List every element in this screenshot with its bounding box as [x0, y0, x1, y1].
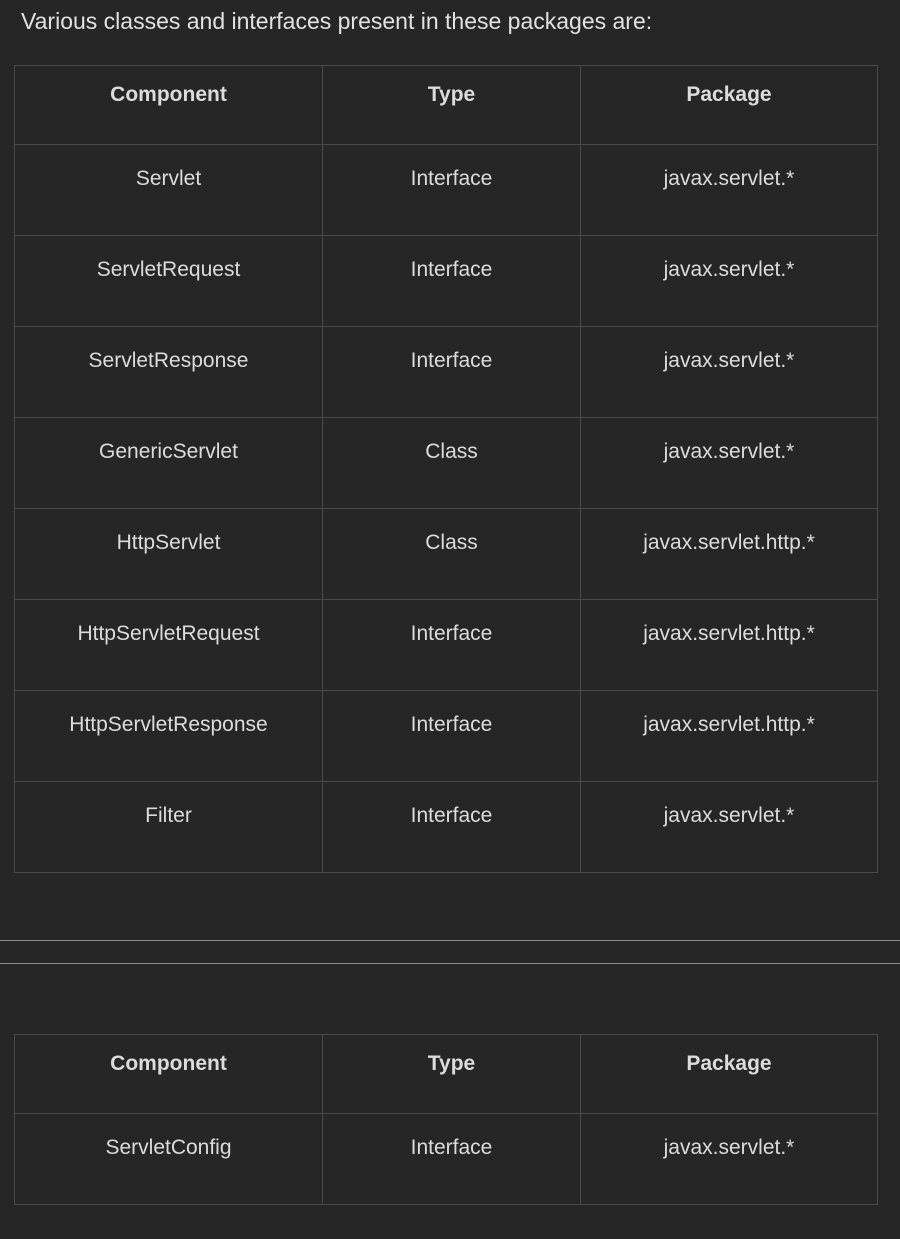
- cell-type: Interface: [322, 690, 581, 782]
- cell-type: Interface: [322, 144, 581, 236]
- cell-package: javax.servlet.*: [580, 417, 878, 509]
- header-type: Type: [322, 1034, 581, 1114]
- cell-package: javax.servlet.*: [580, 144, 878, 236]
- cell-component: HttpServletResponse: [14, 690, 323, 782]
- cell-type: Interface: [322, 235, 581, 327]
- cell-package: javax.servlet.http.*: [580, 599, 878, 691]
- cell-component: HttpServlet: [14, 508, 323, 600]
- cell-component: Filter: [14, 781, 323, 873]
- header-package: Package: [580, 65, 878, 145]
- cell-component: Servlet: [14, 144, 323, 236]
- cell-component: HttpServletRequest: [14, 599, 323, 691]
- table-row: Filter Interface javax.servlet.*: [14, 781, 878, 873]
- cell-type: Class: [322, 417, 581, 509]
- header-type: Type: [322, 65, 581, 145]
- cell-package: javax.servlet.*: [580, 235, 878, 327]
- table-header-row: Component Type Package: [14, 65, 878, 145]
- table-row: ServletConfig Interface javax.servlet.*: [14, 1113, 878, 1205]
- header-package: Package: [580, 1034, 878, 1114]
- components-table-1: Component Type Package Servlet Interface…: [14, 65, 878, 873]
- table-row: HttpServletResponse Interface javax.serv…: [14, 690, 878, 782]
- components-table-2: Component Type Package ServletConfig Int…: [14, 1034, 878, 1205]
- horizontal-divider: [0, 963, 900, 964]
- horizontal-divider: [0, 940, 900, 941]
- header-component: Component: [14, 1034, 323, 1114]
- cell-component: GenericServlet: [14, 417, 323, 509]
- cell-component: ServletRequest: [14, 235, 323, 327]
- cell-type: Class: [322, 508, 581, 600]
- cell-component: ServletConfig: [14, 1113, 323, 1205]
- table-row: GenericServlet Class javax.servlet.*: [14, 417, 878, 509]
- cell-package: javax.servlet.http.*: [580, 508, 878, 600]
- table-row: HttpServlet Class javax.servlet.http.*: [14, 508, 878, 600]
- cell-type: Interface: [322, 599, 581, 691]
- table-header-row: Component Type Package: [14, 1034, 878, 1114]
- cell-type: Interface: [322, 326, 581, 418]
- cell-type: Interface: [322, 1113, 581, 1205]
- table-row: ServletRequest Interface javax.servlet.*: [14, 235, 878, 327]
- cell-component: ServletResponse: [14, 326, 323, 418]
- cell-type: Interface: [322, 781, 581, 873]
- table-row: ServletResponse Interface javax.servlet.…: [14, 326, 878, 418]
- cell-package: javax.servlet.http.*: [580, 690, 878, 782]
- table-row: HttpServletRequest Interface javax.servl…: [14, 599, 878, 691]
- cell-package: javax.servlet.*: [580, 326, 878, 418]
- table-row: Servlet Interface javax.servlet.*: [14, 144, 878, 236]
- intro-text: Various classes and interfaces present i…: [21, 8, 653, 34]
- cell-package: javax.servlet.*: [580, 781, 878, 873]
- header-component: Component: [14, 65, 323, 145]
- cell-package: javax.servlet.*: [580, 1113, 878, 1205]
